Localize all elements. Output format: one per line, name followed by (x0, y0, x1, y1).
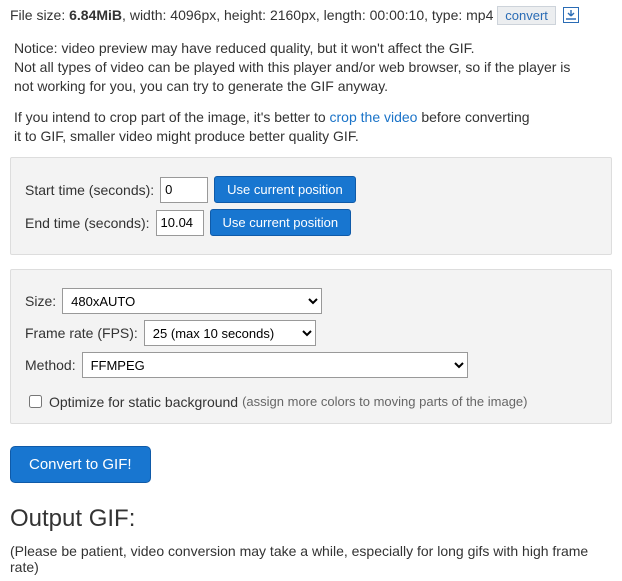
file-info-bar: File size: 6.84MiB, width: 4096px, heigh… (10, 6, 612, 25)
height-label: height: (224, 7, 266, 23)
optimize-checkbox[interactable] (29, 395, 42, 408)
width-value: 4096px (170, 7, 216, 23)
file-size-label: File size: (10, 7, 65, 23)
start-time-input[interactable] (160, 177, 208, 203)
output-heading: Output GIF: (10, 505, 612, 533)
type-value: mp4 (466, 7, 493, 23)
convert-to-gif-button[interactable]: Convert to GIF! (10, 446, 151, 483)
fps-label: Frame rate (FPS): (25, 325, 138, 341)
start-use-current-button[interactable]: Use current position (214, 176, 356, 203)
patience-note: (Please be patient, video conversion may… (10, 543, 612, 575)
size-label: Size: (25, 293, 56, 309)
type-label: type: (432, 7, 462, 23)
quality-notice: Notice: video preview may have reduced q… (14, 39, 612, 96)
fps-select[interactable]: 25 (max 10 seconds) (144, 320, 316, 346)
method-select[interactable]: FFMPEG (82, 352, 468, 378)
time-range-panel: Start time (seconds): Use current positi… (10, 157, 612, 255)
end-use-current-button[interactable]: Use current position (210, 209, 352, 236)
method-label: Method: (25, 357, 76, 373)
settings-panel: Size: 480xAUTO Frame rate (FPS): 25 (max… (10, 269, 612, 424)
start-time-label: Start time (seconds): (25, 182, 154, 198)
optimize-label: Optimize for static background (49, 394, 238, 410)
width-label: width: (130, 7, 167, 23)
size-select[interactable]: 480xAUTO (62, 288, 322, 314)
length-label: length: (324, 7, 366, 23)
optimize-hint: (assign more colors to moving parts of t… (242, 394, 527, 409)
length-value: 00:00:10 (370, 7, 425, 23)
download-icon[interactable] (563, 7, 579, 23)
file-size-value: 6.84MiB (69, 7, 122, 23)
convert-format-button[interactable]: convert (497, 6, 556, 25)
height-value: 2160px (270, 7, 316, 23)
end-time-input[interactable] (156, 210, 204, 236)
crop-tip: If you intend to crop part of the image,… (14, 108, 612, 146)
crop-video-link[interactable]: crop the video (330, 109, 418, 125)
end-time-label: End time (seconds): (25, 215, 150, 231)
